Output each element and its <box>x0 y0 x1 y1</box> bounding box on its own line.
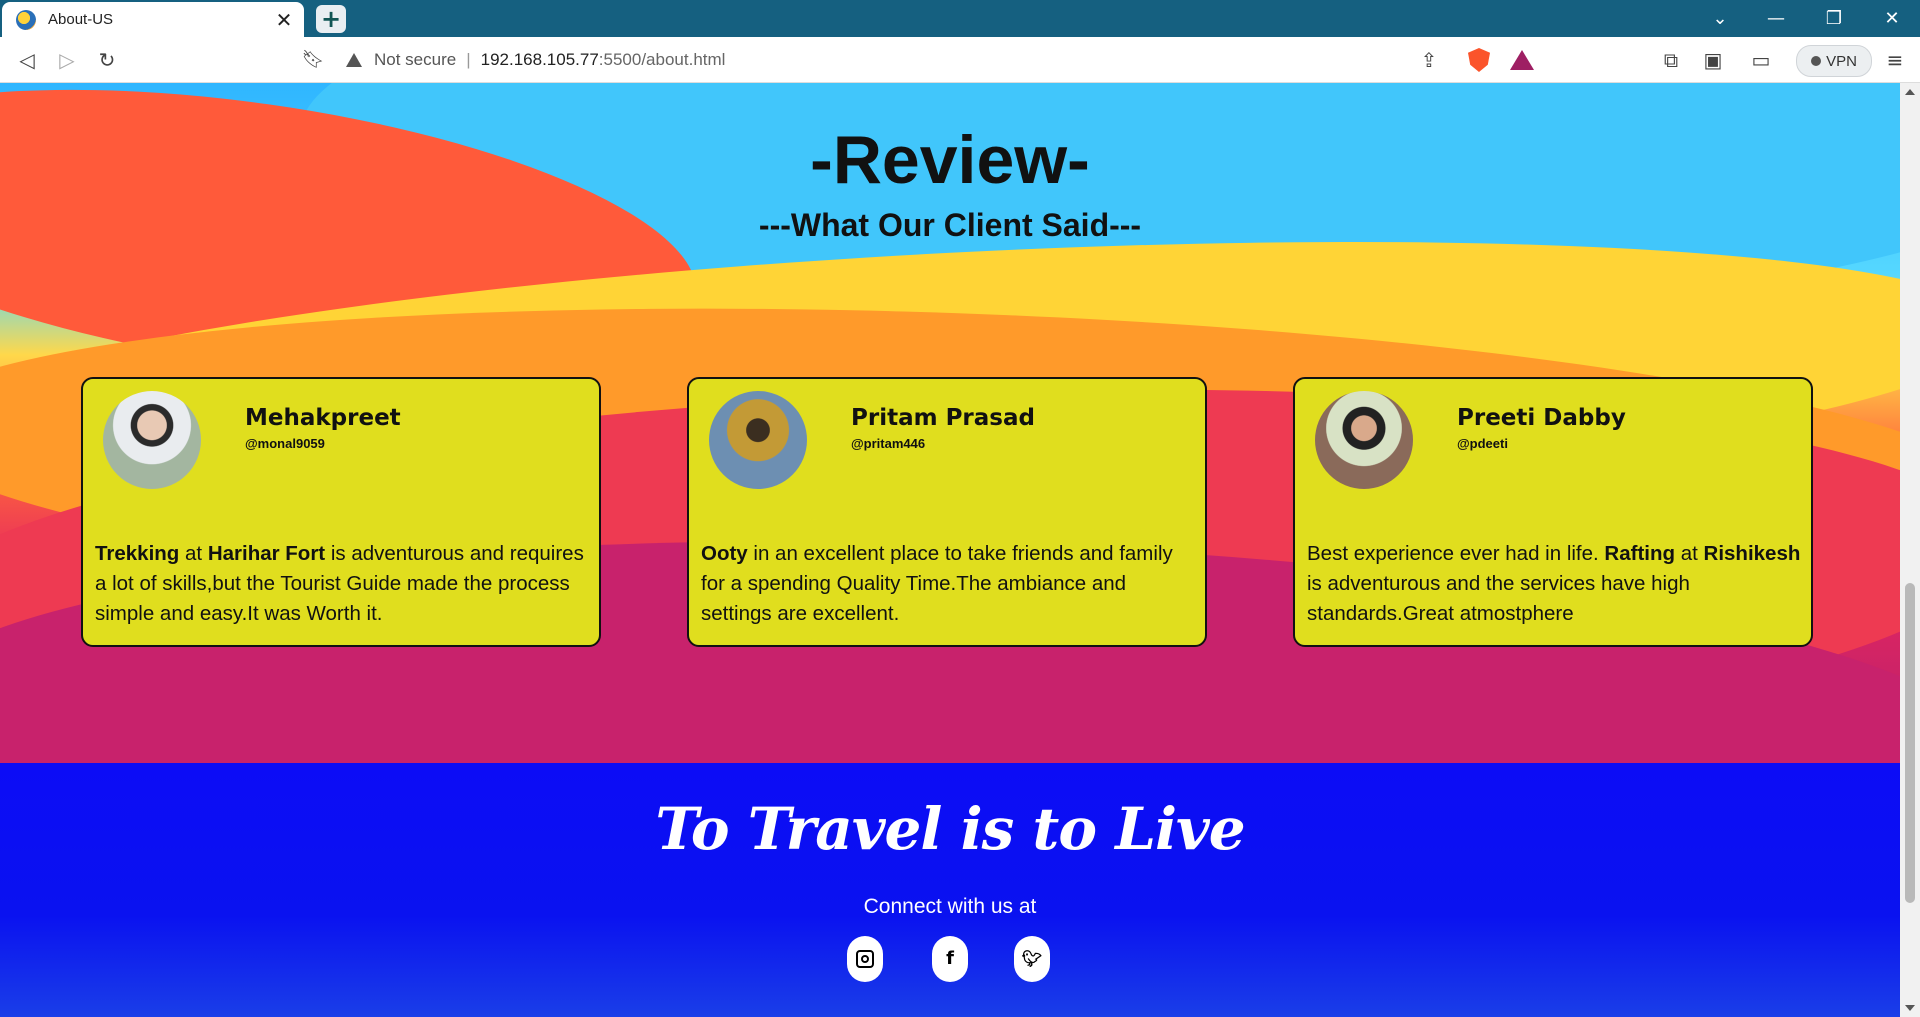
review-subtitle: ---What Our Client Said--- <box>758 207 1142 243</box>
avatar <box>103 391 201 489</box>
brave-shield-icon[interactable] <box>1468 48 1490 72</box>
forward-icon[interactable]: ▷ <box>52 45 82 75</box>
reviewer-name: Mehakpreet <box>245 405 401 431</box>
scroll-down-arrow-icon[interactable] <box>1905 1005 1915 1011</box>
review-card: Mehakpreet @monal9059 Trekking at Hariha… <box>81 377 601 647</box>
reviewer-handle: @pritam446 <box>851 436 926 451</box>
browser-tab[interactable]: About-US ✕ <box>2 2 304 37</box>
url-path: :5500/about.html <box>598 50 726 69</box>
bookmark-icon[interactable]: 🔖︎ <box>298 45 328 75</box>
tab-title: About-US <box>48 11 114 28</box>
tab-close-icon[interactable]: ✕ <box>270 8 298 32</box>
connect-label: Connect with us at <box>863 895 1037 918</box>
review-text: Ooty in an excellent place to take frien… <box>701 542 1173 625</box>
minimize-button[interactable]: — <box>1748 0 1804 37</box>
avatar <box>709 391 807 489</box>
vertical-scrollbar[interactable] <box>1900 83 1920 1017</box>
review-section: -Review- ---What Our Client Said--- Meha… <box>0 83 1900 763</box>
wallet-icon[interactable]: ▭ <box>1746 45 1776 75</box>
bat-rewards-icon[interactable] <box>1510 50 1534 70</box>
warning-icon <box>346 53 362 67</box>
tab-search-icon[interactable]: ⌄ <box>1692 0 1748 37</box>
back-icon[interactable]: ◁ <box>12 45 42 75</box>
highlight-text: Rishikesh <box>1703 542 1801 565</box>
highlight-text: Harihar Fort <box>207 542 326 565</box>
extensions-icon[interactable]: ⧉ <box>1656 45 1686 75</box>
reviewer-name: Pritam Prasad <box>851 405 1035 431</box>
address-bar[interactable]: Not secure | 192.168.105.77:5500/about.h… <box>346 44 725 76</box>
menu-icon[interactable]: ≡ <box>1880 45 1910 75</box>
review-text: Trekking at Harihar Fort is adventurous … <box>95 542 584 625</box>
facebook-icon[interactable]: f <box>932 936 968 982</box>
scrollbar-thumb[interactable] <box>1905 583 1915 903</box>
url-host: 192.168.105.77 <box>480 50 599 69</box>
vpn-label: VPN <box>1826 52 1857 70</box>
footer-tagline: To Travel is to Live <box>655 795 1245 863</box>
site-favicon-icon <box>16 9 36 30</box>
page-viewport: -Review- ---What Our Client Said--- Meha… <box>0 83 1900 1017</box>
reviewer-handle: @pdeeti <box>1457 436 1508 451</box>
vpn-button[interactable]: VPN <box>1796 45 1872 77</box>
scroll-up-arrow-icon[interactable] <box>1905 89 1915 95</box>
not-secure-label: Not secure <box>374 50 457 69</box>
browser-toolbar: ◁ ▷ ↻ 🔖︎ Not secure | 192.168.105.77:550… <box>0 37 1920 83</box>
sidebar-icon[interactable]: ▣ <box>1698 45 1728 75</box>
reload-icon[interactable]: ↻ <box>92 45 122 75</box>
review-card: Pritam Prasad @pritam446 Ooty in an exce… <box>687 377 1207 647</box>
highlight-text: Trekking <box>95 542 180 565</box>
restore-button[interactable]: ❐ <box>1806 0 1862 37</box>
review-text: Best experience ever had in life. Raftin… <box>1307 542 1801 625</box>
footer: To Travel is to Live Connect with us at … <box>0 763 1900 1017</box>
new-tab-button[interactable]: + <box>316 5 346 33</box>
reviewer-handle: @monal9059 <box>245 436 325 451</box>
vpn-status-icon <box>1811 56 1822 66</box>
highlight-text: Ooty <box>701 542 748 565</box>
highlight-text: Rafting <box>1604 542 1676 565</box>
close-window-button[interactable]: ✕ <box>1864 0 1920 37</box>
url-separator: | <box>466 50 471 69</box>
twitter-icon[interactable]: 🐦︎ <box>1014 936 1050 982</box>
review-card: Preeti Dabby @pdeeti Best experience eve… <box>1293 377 1813 647</box>
review-title: -Review- <box>810 122 1090 198</box>
instagram-icon[interactable] <box>847 936 883 982</box>
browser-tab-bar: About-US ✕ + ⌄ — ❐ ✕ <box>0 0 1920 37</box>
reviewer-name: Preeti Dabby <box>1457 405 1626 431</box>
avatar <box>1315 391 1413 489</box>
share-icon[interactable]: ⇪ <box>1414 45 1444 75</box>
